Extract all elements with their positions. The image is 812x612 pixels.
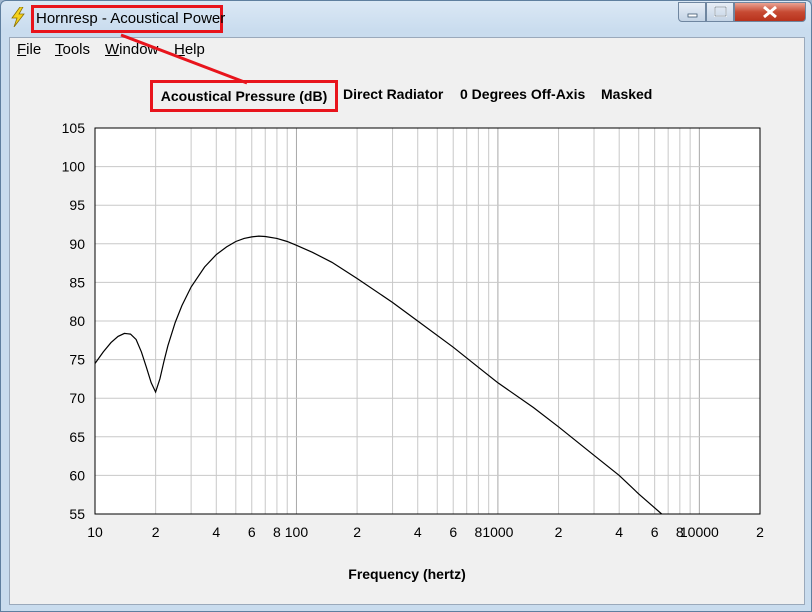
y-tick-label: 80 (69, 313, 85, 329)
y-tick-label: 55 (69, 506, 85, 522)
x-tick-label: 2 (555, 524, 563, 540)
x-tick-label: 8 (474, 524, 482, 540)
x-tick-label: 8 (273, 524, 281, 540)
y-tick-label: 70 (69, 390, 85, 406)
y-tick-label: 100 (62, 159, 86, 175)
y-tick-label: 90 (69, 236, 85, 252)
x-tick-label: 10 (87, 524, 103, 540)
x-tick-label: 2 (756, 524, 764, 540)
x-tick-label: 4 (212, 524, 220, 540)
x-tick-label: 6 (651, 524, 659, 540)
x-tick-label: 6 (248, 524, 256, 540)
y-tick-label: 105 (62, 120, 86, 136)
y-tick-label: 60 (69, 467, 85, 483)
x-tick-label: 4 (615, 524, 623, 540)
x-tick-label: 6 (449, 524, 457, 540)
client-area: File Tools Window Help Acoustical Pressu… (9, 37, 805, 605)
x-tick-label: 100 (285, 524, 309, 540)
frequency-response-chart: 55606570758085909510010510 2 4 6 8 100 2 4 6 8 100… (62, 120, 764, 540)
annotation-arrow (120, 33, 248, 85)
x-tick-label: 1000 (482, 524, 513, 540)
y-tick-label: 75 (69, 352, 85, 368)
x-tick-label: 10000 (680, 524, 719, 540)
y-tick-label: 65 (69, 429, 85, 445)
x-tick-label: 4 (414, 524, 422, 540)
y-tick-label: 95 (69, 197, 85, 213)
app-window: Hornresp - Acoustical Power File Tools W… (0, 0, 812, 612)
y-tick-label: 85 (69, 274, 85, 290)
x-tick-label: 2 (152, 524, 160, 540)
x-axis-label: Frequency (hertz) (348, 566, 466, 582)
x-tick-label: 2 (353, 524, 361, 540)
